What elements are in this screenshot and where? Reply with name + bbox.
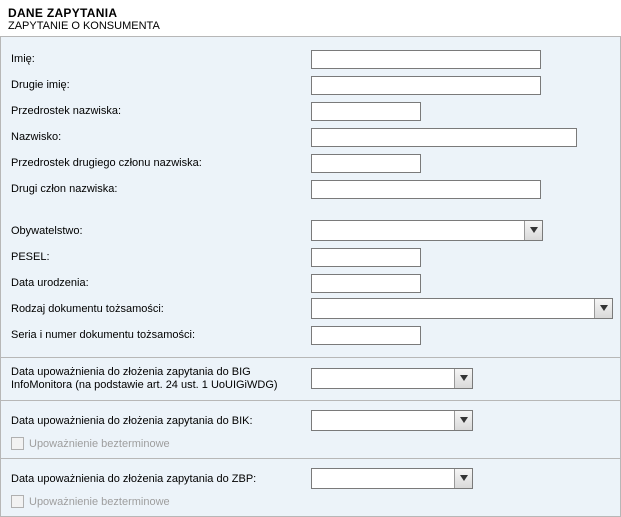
input-nazwisko[interactable]: [311, 128, 577, 147]
input-pesel[interactable]: [311, 248, 421, 267]
auth-big-section: Data upoważnienia do złożenia zapytania …: [0, 358, 621, 401]
select-auth-big-date[interactable]: [311, 368, 473, 389]
chevron-down-icon: [454, 411, 472, 430]
input-przedrostek-drugiego[interactable]: [311, 154, 421, 173]
personal-data-section: Imię: Drugie imię: Przedrostek nazwiska:…: [0, 36, 621, 358]
checkbox-bik-unlimited[interactable]: [11, 437, 24, 450]
chevron-down-icon: [454, 469, 472, 488]
chevron-down-icon: [454, 369, 472, 388]
label-pesel: PESEL:: [11, 251, 311, 264]
input-przedrostek-nazwiska[interactable]: [311, 102, 421, 121]
input-drugi-czlon[interactable]: [311, 180, 541, 199]
label-auth-bik: Data upoważnienia do złożenia zapytania …: [11, 415, 311, 428]
label-drugi-czlon: Drugi człon nazwiska:: [11, 183, 311, 196]
label-data-urodzenia: Data urodzenia:: [11, 277, 311, 290]
auth-bik-section: Data upoważnienia do złożenia zapytania …: [0, 401, 621, 459]
select-rodzaj-dok[interactable]: [311, 298, 613, 319]
chevron-down-icon: [594, 299, 612, 318]
input-data-urodzenia[interactable]: [311, 274, 421, 293]
auth-zbp-section: Data upoważnienia do złożenia zapytania …: [0, 459, 621, 517]
label-auth-big: Data upoważnienia do złożenia zapytania …: [11, 366, 311, 392]
chevron-down-icon: [524, 221, 542, 240]
select-auth-zbp-date[interactable]: [311, 468, 473, 489]
label-rodzaj-dok: Rodzaj dokumentu tożsamości:: [11, 303, 311, 316]
label-nazwisko: Nazwisko:: [11, 131, 311, 144]
label-imie: Imię:: [11, 53, 311, 66]
label-przedrostek-nazwiska: Przedrostek nazwiska:: [11, 105, 311, 118]
header-subtitle: ZAPYTANIE O KONSUMENTA: [8, 20, 613, 32]
label-seria-nr: Seria i numer dokumentu tożsamości:: [11, 329, 311, 342]
input-imie[interactable]: [311, 50, 541, 69]
input-drugie-imie[interactable]: [311, 76, 541, 95]
select-obywatelstwo[interactable]: [311, 220, 543, 241]
label-bik-unlimited: Upoważnienie bezterminowe: [29, 438, 170, 450]
label-przedrostek-drugiego: Przedrostek drugiego członu nazwiska:: [11, 157, 311, 170]
input-seria-nr[interactable]: [311, 326, 421, 345]
label-obywatelstwo: Obywatelstwo:: [11, 225, 311, 238]
label-drugie-imie: Drugie imię:: [11, 79, 311, 92]
label-auth-zbp: Data upoważnienia do złożenia zapytania …: [11, 473, 311, 486]
header-title: DANE ZAPYTANIA: [8, 6, 613, 20]
form-header: DANE ZAPYTANIA ZAPYTANIE O KONSUMENTA: [0, 0, 621, 36]
select-auth-bik-date[interactable]: [311, 410, 473, 431]
